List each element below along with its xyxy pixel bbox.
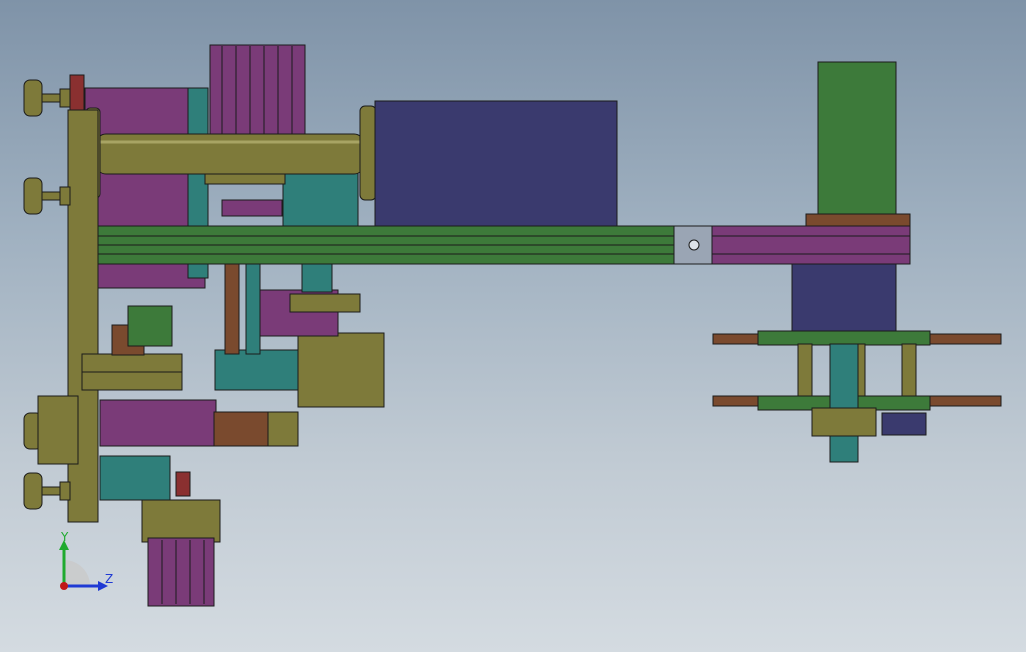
brown-lower-bracket[interactable] (213, 411, 271, 447)
triad-origin-icon (60, 582, 68, 590)
olive-bracket-left-lower[interactable] (37, 395, 79, 465)
teal-mount[interactable] (214, 349, 301, 391)
brown-column[interactable] (224, 263, 240, 355)
view-orientation-triad: Y Z (59, 530, 113, 591)
knob-nut-3[interactable] (59, 481, 71, 501)
knob-nut-1[interactable] (59, 186, 71, 206)
leveling-knob-0[interactable] (23, 79, 43, 117)
assembly-model[interactable] (0, 0, 1026, 652)
green-plate-upper[interactable] (757, 330, 931, 346)
teal-housing-right[interactable] (282, 169, 359, 229)
olive-lower-ring[interactable] (267, 411, 299, 447)
navy-lower-block[interactable] (791, 263, 897, 333)
leveling-knob-1[interactable] (23, 177, 43, 215)
knob-nut-0[interactable] (59, 88, 71, 108)
olive-cylinder-body[interactable] (95, 133, 365, 175)
teal-coupler[interactable] (301, 263, 333, 293)
olive-cylinder-flange[interactable] (359, 105, 377, 201)
y-axis-label: Y (60, 530, 69, 544)
cad-viewport[interactable]: Y Z (0, 0, 1026, 652)
olive-post-left[interactable] (797, 343, 813, 397)
purple-lower-block[interactable] (99, 399, 217, 447)
teal-lower-frame[interactable] (99, 455, 171, 501)
extrusion-center-hole[interactable] (688, 239, 700, 251)
purple-clamp[interactable] (221, 199, 283, 217)
triad-quarter-disc (64, 560, 90, 586)
navy-motor-block[interactable] (374, 100, 618, 227)
olive-gear[interactable] (289, 293, 361, 313)
teal-column[interactable] (245, 263, 261, 355)
purple-rail-extension[interactable] (711, 225, 911, 265)
brown-tower-base[interactable] (805, 213, 911, 227)
olive-clamp-block[interactable] (297, 332, 385, 408)
purple-tall-block[interactable] (209, 44, 306, 136)
z-axis-label: Z (105, 572, 113, 586)
navy-sensor[interactable] (881, 412, 927, 436)
olive-lower-mount[interactable] (141, 499, 221, 543)
teal-shaft[interactable] (829, 343, 859, 463)
green-tower[interactable] (817, 61, 897, 218)
red-small-sensor[interactable] (175, 471, 191, 497)
olive-shaft-collar[interactable] (811, 407, 877, 437)
leveling-knob-3[interactable] (23, 472, 43, 510)
olive-post-right[interactable] (901, 343, 917, 397)
green-side-block[interactable] (127, 305, 173, 347)
